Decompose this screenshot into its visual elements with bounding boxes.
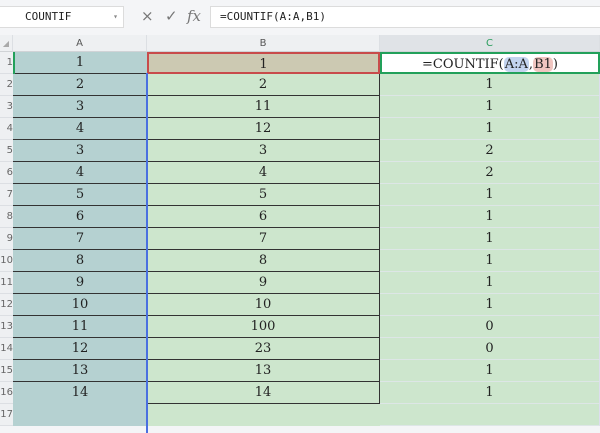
cell-a[interactable]: 10 bbox=[13, 294, 147, 316]
cell-b[interactable]: 2 bbox=[147, 74, 380, 96]
cell-b[interactable]: 3 bbox=[147, 140, 380, 162]
cell-b1-referenced[interactable]: 1 bbox=[147, 52, 380, 74]
formula-input[interactable]: =COUNTIF(A:A,B1) bbox=[210, 6, 600, 28]
cell-c[interactable] bbox=[380, 404, 600, 426]
cell-a[interactable]: 11 bbox=[13, 316, 147, 338]
row-header[interactable]: 17 bbox=[0, 404, 13, 426]
range-border-left bbox=[13, 52, 15, 74]
cell-c[interactable]: 1 bbox=[380, 74, 600, 96]
cell-b[interactable]: 11 bbox=[147, 96, 380, 118]
chevron-down-icon[interactable]: ▾ bbox=[113, 7, 118, 27]
cell-c[interactable]: 1 bbox=[380, 96, 600, 118]
spreadsheet-grid: ◢ A B C 1 1 1 =COUNTIF(A:A,B1) 2 2 2 1 3 3 11 1 4 4 12… bbox=[0, 35, 600, 433]
cell-c1-editing[interactable]: =COUNTIF(A:A,B1) bbox=[380, 52, 600, 74]
row-header[interactable]: 8 bbox=[0, 206, 13, 228]
cell-c[interactable]: 2 bbox=[380, 162, 600, 184]
fx-icon[interactable]: fx bbox=[187, 7, 201, 25]
cell-b[interactable]: 100 bbox=[147, 316, 380, 338]
select-all-corner[interactable]: ◢ bbox=[0, 35, 13, 52]
cell-b[interactable]: 23 bbox=[147, 338, 380, 360]
cell-b[interactable]: 13 bbox=[147, 360, 380, 382]
cell-a[interactable]: 8 bbox=[13, 250, 147, 272]
cell-a[interactable]: 1 bbox=[13, 52, 147, 74]
cell-c[interactable]: 0 bbox=[380, 316, 600, 338]
cell-a[interactable] bbox=[13, 404, 147, 426]
cell-b[interactable]: 10 bbox=[147, 294, 380, 316]
cell-c[interactable]: 1 bbox=[380, 206, 600, 228]
cell-a[interactable]: 4 bbox=[13, 118, 147, 140]
cell-ref: B1 bbox=[533, 57, 553, 72]
row-header[interactable]: 15 bbox=[0, 360, 13, 382]
row-header[interactable]: 12 bbox=[0, 294, 13, 316]
cell-c[interactable]: 1 bbox=[380, 118, 600, 140]
cell-c[interactable]: 1 bbox=[380, 272, 600, 294]
column-header-c[interactable]: C bbox=[380, 35, 600, 52]
cell-b[interactable]: 8 bbox=[147, 250, 380, 272]
row-header[interactable]: 1 bbox=[0, 52, 13, 74]
cell-a[interactable]: 3 bbox=[13, 140, 147, 162]
cell-b[interactable]: 4 bbox=[147, 162, 380, 184]
cell-c[interactable]: 1 bbox=[380, 360, 600, 382]
cell-b[interactable]: 9 bbox=[147, 272, 380, 294]
cell-a[interactable]: 2 bbox=[13, 74, 147, 96]
row-header[interactable]: 3 bbox=[0, 96, 13, 118]
column-header-b[interactable]: B bbox=[147, 35, 380, 52]
cell-c[interactable]: 1 bbox=[380, 294, 600, 316]
cell-a[interactable]: 6 bbox=[13, 206, 147, 228]
range-ref: A:A bbox=[503, 57, 529, 72]
cell-a[interactable]: 5 bbox=[13, 184, 147, 206]
row-header[interactable]: 9 bbox=[0, 228, 13, 250]
row-header[interactable]: 6 bbox=[0, 162, 13, 184]
formula-prefix: =COUNTIF( bbox=[422, 57, 504, 72]
name-box-value: COUNTIF bbox=[25, 10, 72, 23]
cell-c[interactable]: 1 bbox=[380, 184, 600, 206]
row-header[interactable]: 5 bbox=[0, 140, 13, 162]
row-header[interactable]: 13 bbox=[0, 316, 13, 338]
cell-a[interactable]: 7 bbox=[13, 228, 147, 250]
row-header[interactable]: 10 bbox=[0, 250, 13, 272]
cell-c[interactable]: 1 bbox=[380, 382, 600, 404]
cell-b[interactable]: 5 bbox=[147, 184, 380, 206]
cell-a[interactable]: 9 bbox=[13, 272, 147, 294]
name-box[interactable]: COUNTIF ▾ bbox=[0, 6, 124, 28]
row-header[interactable]: 7 bbox=[0, 184, 13, 206]
row-header[interactable]: 11 bbox=[0, 272, 13, 294]
cell-a[interactable]: 13 bbox=[13, 360, 147, 382]
row-header[interactable]: 4 bbox=[0, 118, 13, 140]
cell-b[interactable]: 14 bbox=[147, 382, 380, 404]
column-header-a[interactable]: A bbox=[13, 35, 147, 52]
cell-b[interactable]: 7 bbox=[147, 228, 380, 250]
cell-a[interactable]: 3 bbox=[13, 96, 147, 118]
cell-c[interactable]: 0 bbox=[380, 338, 600, 360]
accept-icon[interactable]: ✓ bbox=[165, 7, 178, 25]
cell-a[interactable]: 12 bbox=[13, 338, 147, 360]
cell-a[interactable]: 14 bbox=[13, 382, 147, 404]
cell-c[interactable]: 1 bbox=[380, 250, 600, 272]
cell-b[interactable]: 6 bbox=[147, 206, 380, 228]
cell-b[interactable]: 12 bbox=[147, 118, 380, 140]
cancel-icon[interactable]: × bbox=[141, 7, 154, 25]
cell-b[interactable] bbox=[147, 404, 380, 426]
formula-bar: COUNTIF ▾ × ✓ fx =COUNTIF(A:A,B1) bbox=[0, 0, 600, 35]
row-header[interactable]: 14 bbox=[0, 338, 13, 360]
cell-c[interactable]: 2 bbox=[380, 140, 600, 162]
range-border bbox=[146, 73, 148, 433]
cell-a[interactable]: 4 bbox=[13, 162, 147, 184]
cell-c[interactable]: 1 bbox=[380, 228, 600, 250]
row-header[interactable]: 16 bbox=[0, 382, 13, 404]
row-header[interactable]: 2 bbox=[0, 74, 13, 96]
formula-suffix: ) bbox=[552, 57, 558, 72]
